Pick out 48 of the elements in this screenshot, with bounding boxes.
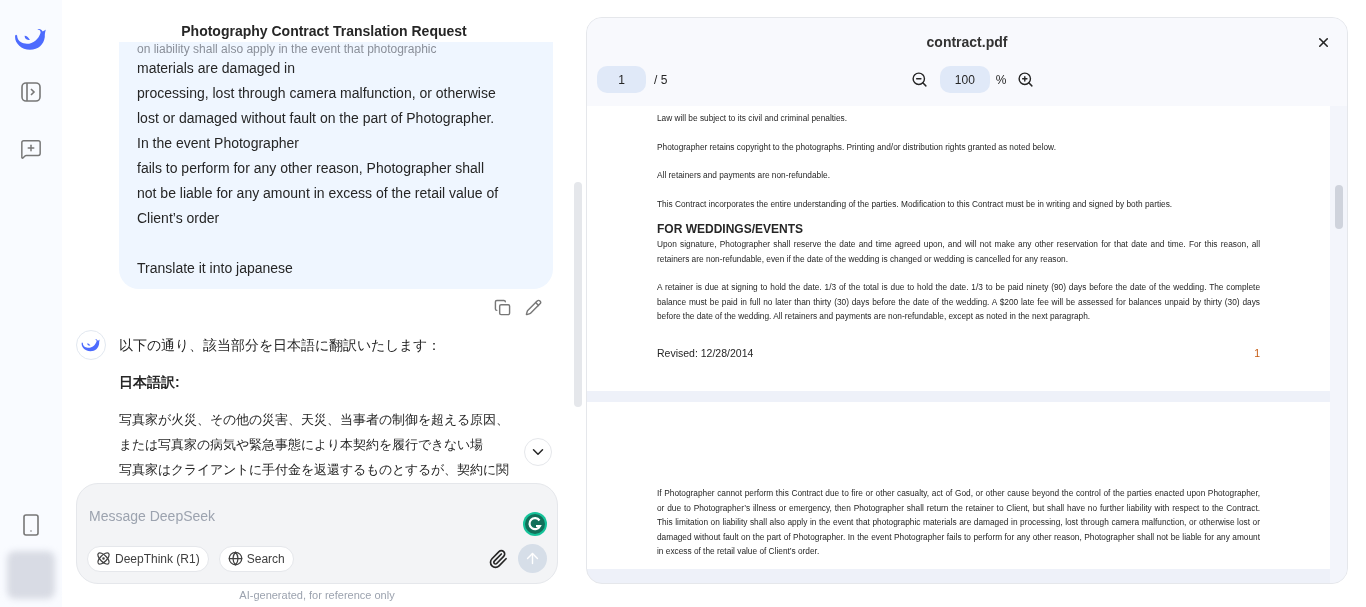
pdf-heading: FOR WEDDINGS/EVENTS [657, 221, 804, 237]
pdf-paragraph: This Contract incorporates the entire understanding of the parties. Modification to this Contract must be in writing and signed by both parties. [657, 197, 1174, 211]
message-input[interactable]: Message DeepSeek [89, 496, 523, 536]
pdf-scrollbar-thumb[interactable] [1334, 185, 1343, 229]
message-line: In the event Photographer [137, 134, 299, 153]
message-composer[interactable]: Message DeepSeek DeepThink (R1) Search [76, 483, 558, 584]
disclaimer: AI-generated, for reference only [238, 588, 396, 603]
zoom-input[interactable]: 100 [939, 66, 990, 93]
attach-icon[interactable] [488, 548, 508, 569]
message-line: Translate it into japanese [137, 259, 293, 278]
new-chat-icon[interactable] [20, 138, 42, 160]
scroll-down-button[interactable] [524, 438, 552, 466]
assistant-intro: 以下の通り、該当部分を日本語に翻訳いたします： [119, 336, 442, 355]
chat-title: Photography Contract Translation Request [181, 22, 467, 40]
zoom-in-icon[interactable] [1016, 71, 1034, 88]
message-line: lost or damaged without fault on the part of Photographer. [137, 109, 495, 128]
message-line: processing, lost through camera malfunction, or otherwise [137, 84, 496, 103]
translation-line: 写真家はクライアントに手付金を返還するものとするが、契約に関 [119, 461, 509, 479]
pdf-paragraph: All retainers and payments are non-refundable. [657, 169, 831, 182]
sidebar-toggle-icon[interactable] [21, 82, 41, 102]
pdf-paragraph: If Photographer cannot perform this Contract due to fire or other casualty, act of God, or other cause beyond the control of the parties enacted upon Photographer, or due to Photographer’s illness or emergency, then Photographer shall return the retainer to Client, but shall have no further liability with respect to the Contract. This limitation on liability shall also apply in the event that photographic materials are damaged in processing, lost through camera malfunction, or otherwise lost or damaged without fault on the part of Photographer. In the event Photographer fails to perform for any other reason, Photographer shall not be liable for any amount in excess of the retail value of Client’s order. [657, 487, 1260, 559]
edit-icon[interactable] [525, 299, 542, 316]
copy-icon[interactable] [494, 299, 511, 316]
page-total: / 5 [654, 71, 668, 89]
page-input[interactable]: 1 [597, 66, 646, 93]
translation-line: または写真家の病気や緊急事態により本契約を履行できない場 [119, 436, 483, 454]
pdf-paragraph: Upon signature, Photographer shall reserve the date and time agreed upon, and will not make any other reservation for that date and time. For this reason, all retainers are non-refundable, even if the date of the wedding is changed or wedding is cancelled for any reason. [657, 238, 1260, 266]
pdf-filename: contract.pdf [926, 32, 1008, 52]
message-line: materials are damaged in [137, 59, 295, 78]
translation-heading: 日本語訳: [119, 373, 181, 392]
zoom-out-icon[interactable] [910, 71, 928, 88]
message-line: not be liable for any amount in excess of the retail value of [137, 184, 499, 203]
zoom-unit: % [995, 71, 1007, 89]
pdf-footer-date: Revised: 12/28/2014 [657, 345, 754, 361]
pdf-paragraph: Photographer retains copyright to the photographs. Printing and/or distribution rights granted as noted below. [657, 140, 1057, 154]
search-toggle[interactable]: Search [218, 545, 294, 572]
atom-icon [96, 551, 111, 566]
message-line: fails to perform for any other reason, Photographer shall [137, 159, 485, 178]
translation-line: 写真家が火災、その他の災害、天災、当事者の制御を超える原因、 [119, 411, 509, 429]
message-line: Client’s order [137, 209, 220, 228]
pdf-page-number: 1 [1254, 345, 1260, 361]
pdf-paragraph: Law will be subject to its civil and criminal penalties. [657, 112, 848, 125]
pdf-paragraph: A retainer is due at signing to hold the date. 1/3 of the total is due to hold the date. 1/3 to be paid ninety (90) days before the date of the wedding. The complete balance must be paid in full no later than thirty (30) days before the date of the wedding. A $200 late fee will be assessed for balances unpaid by thirty (30) days before the date of the wedding. All retainers and payments are non-refundable, except as noted in the next paragraph. [657, 281, 1260, 323]
globe-icon [227, 551, 243, 566]
message-line: on liability shall also apply in the event that photographic [137, 42, 437, 56]
deepthink-toggle[interactable]: DeepThink (R1) [87, 545, 209, 572]
grammar-g-icon[interactable] [523, 512, 547, 536]
chat-scrollbar[interactable] [574, 182, 582, 407]
